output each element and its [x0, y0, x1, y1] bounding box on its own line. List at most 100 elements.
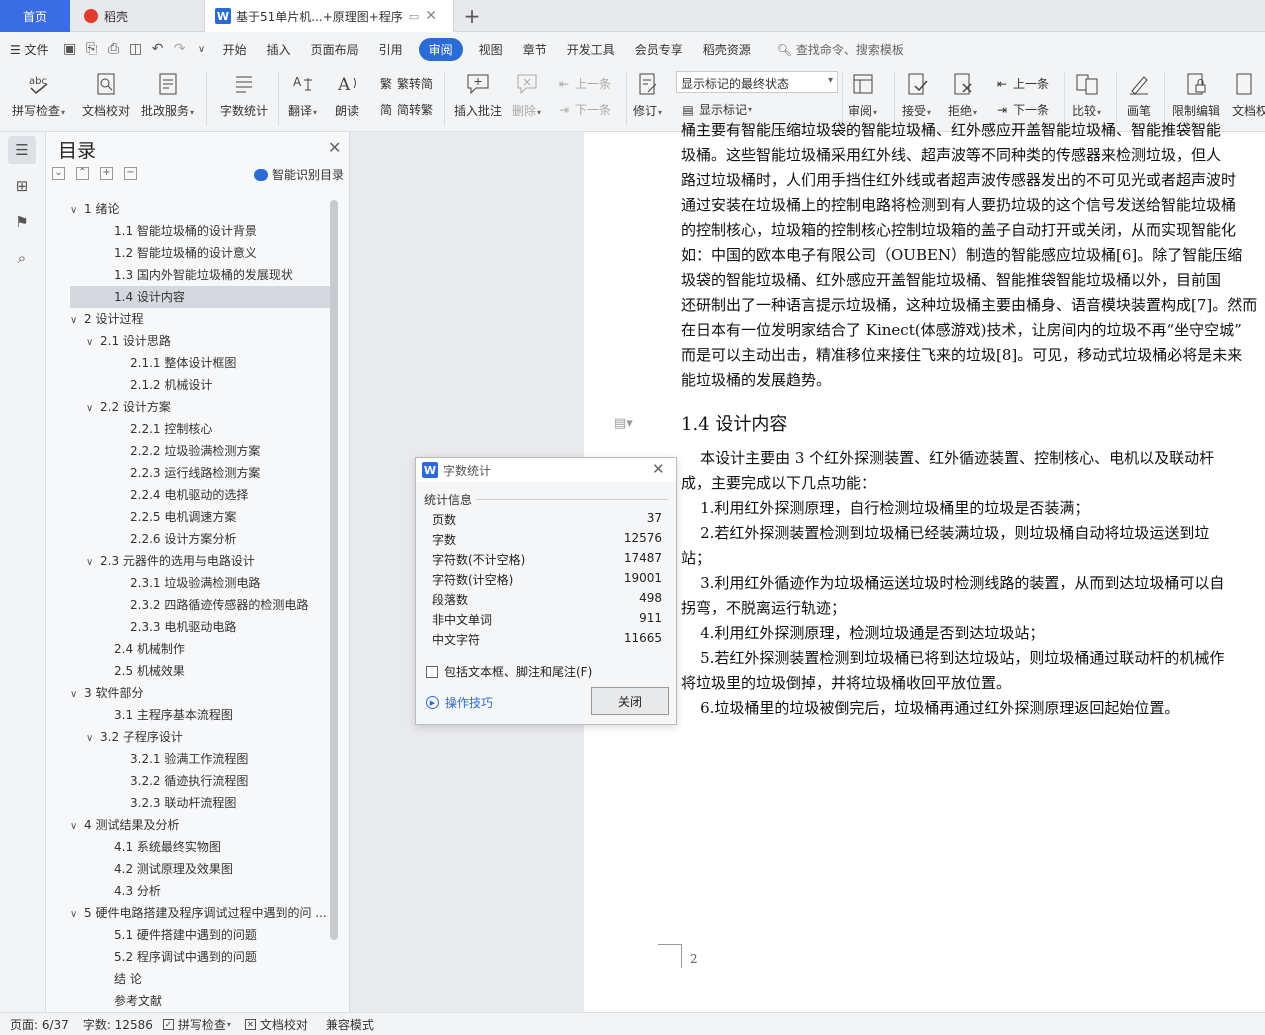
- compare-button[interactable]: 比较▾: [1072, 70, 1101, 119]
- toc-item[interactable]: ∨ 1 绪论: [70, 198, 330, 220]
- menu-item[interactable]: 页面布局: [301, 41, 369, 58]
- collapse-arrow-icon[interactable]: ∨: [70, 816, 84, 836]
- toc-item[interactable]: ∨ 2.3 元器件的选用与电路设计: [70, 550, 330, 572]
- status-words[interactable]: 字数: 12586: [83, 1016, 153, 1033]
- toc-item[interactable]: 2.3.1 垃圾验满检测电路: [70, 572, 330, 594]
- toc-item[interactable]: 2.2.2 垃圾验满检测方案: [70, 440, 330, 462]
- tips-link[interactable]: ▶ 操作技巧: [426, 694, 493, 711]
- toc-item[interactable]: 3.1 主程序基本流程图: [70, 704, 330, 726]
- collapse-arrow-icon[interactable]: ∨: [86, 332, 100, 352]
- toc-item[interactable]: 1.2 智能垃圾桶的设计意义: [70, 242, 330, 264]
- include-textbox-checkbox[interactable]: 包括文本框、脚注和尾注(F): [426, 663, 592, 680]
- toc-item[interactable]: 3.2.1 验满工作流程图: [70, 748, 330, 770]
- toc-item[interactable]: 2.2.6 设计方案分析: [70, 528, 330, 550]
- smart-toc-button[interactable]: 智能识别目录: [254, 166, 344, 183]
- export-icon[interactable]: ⎘: [81, 38, 103, 60]
- command-search[interactable]: 🔍︎ 查找命令、搜索模板: [777, 41, 904, 58]
- menu-item[interactable]: 视图: [469, 41, 513, 58]
- dialog-close-icon[interactable]: ✕: [652, 460, 665, 478]
- toc-item[interactable]: 结 论: [70, 968, 330, 990]
- menu-item[interactable]: 开始: [213, 41, 257, 58]
- toc-item[interactable]: 2.3.3 电机驱动电路: [70, 616, 330, 638]
- translate-button[interactable]: A 翻译▾: [288, 70, 317, 119]
- new-tab-icon[interactable]: +: [458, 0, 486, 32]
- delete-comment-button[interactable]: 删除▾: [512, 70, 541, 119]
- show-markup-button[interactable]: ▤ 显示标记 ▾: [680, 101, 752, 118]
- tab-daoke[interactable]: 稻壳: [72, 0, 202, 32]
- toc-item[interactable]: ∨ 2.2 设计方案: [70, 396, 330, 418]
- status-page[interactable]: 页面: 6/37: [10, 1016, 69, 1033]
- toc-item[interactable]: 4.1 系统最终实物图: [70, 836, 330, 858]
- toc-item[interactable]: 5.2 程序调试中遇到的问题: [70, 946, 330, 968]
- toc-item[interactable]: 4.3 分析: [70, 880, 330, 902]
- batch-service-button[interactable]: 批改服务▾: [141, 70, 194, 119]
- toc-item[interactable]: 2.1.2 机械设计: [70, 374, 330, 396]
- insert-comment-button[interactable]: 插入批注: [454, 70, 502, 119]
- toc-item[interactable]: ∨ 2 设计过程: [70, 308, 330, 330]
- menu-item[interactable]: 审阅: [418, 37, 463, 61]
- chapter-nav-icon[interactable]: ⊞: [8, 172, 36, 200]
- bookmark-icon[interactable]: ⚑: [8, 208, 36, 236]
- toc-item[interactable]: ∨ 3.2 子程序设计: [70, 726, 330, 748]
- tab-monitor-icon[interactable]: ▭: [409, 10, 419, 23]
- toc-item[interactable]: 2.2.1 控制核心: [70, 418, 330, 440]
- next-change-button[interactable]: ⇥ 下一条: [994, 101, 1049, 118]
- collapse-arrow-icon[interactable]: ∨: [70, 310, 84, 330]
- toc-scrollbar[interactable]: [330, 200, 338, 940]
- trad-to-simp-button[interactable]: 繁繁转简: [378, 75, 433, 92]
- toc-item[interactable]: 1.1 智能垃圾桶的设计背景: [70, 220, 330, 242]
- toc-item[interactable]: 2.1.1 整体设计框图: [70, 352, 330, 374]
- toc-item[interactable]: 2.5 机械效果: [70, 660, 330, 682]
- tab-close-icon[interactable]: ✕: [425, 8, 437, 24]
- tab-home[interactable]: 首页: [0, 0, 70, 32]
- collapse-arrow-icon[interactable]: ∨: [70, 200, 84, 220]
- prev-comment-button[interactable]: ⇤ 上一条: [556, 75, 611, 92]
- toc-item[interactable]: 4.2 测试原理及效果图: [70, 858, 330, 880]
- toc-item[interactable]: 2.2.4 电机驱动的选择: [70, 484, 330, 506]
- collapse-arrow-icon[interactable]: ∨: [86, 728, 100, 748]
- toc-item[interactable]: ∨ 4 测试结果及分析: [70, 814, 330, 836]
- toc-item[interactable]: 参考文献: [70, 990, 330, 1012]
- toc-item[interactable]: 3.2.3 联动杆流程图: [70, 792, 330, 814]
- review-pane-button[interactable]: 审阅▾: [848, 70, 877, 119]
- file-menu[interactable]: ☰ 文件: [0, 41, 59, 58]
- collapse-arrow-icon[interactable]: ∨: [70, 904, 84, 924]
- save-icon[interactable]: ▣: [59, 38, 81, 60]
- menu-item[interactable]: 插入: [257, 41, 301, 58]
- toc-item[interactable]: ∨ 3 软件部分: [70, 682, 330, 704]
- paragraph-menu-icon[interactable]: ▤▾: [614, 416, 633, 431]
- doc-check-button[interactable]: 文档校对: [82, 70, 130, 119]
- menu-item[interactable]: 引用: [369, 41, 413, 58]
- close-button[interactable]: 关闭: [591, 687, 669, 715]
- doc-rights-button[interactable]: 文档权: [1232, 70, 1265, 119]
- read-aloud-button[interactable]: A 朗读: [334, 70, 360, 119]
- preview-icon[interactable]: ◫: [125, 38, 147, 60]
- toc-item[interactable]: 3.2.2 循迹执行流程图: [70, 770, 330, 792]
- menu-item[interactable]: 会员专享: [625, 41, 693, 58]
- dialog-title-bar[interactable]: W 字数统计: [416, 458, 676, 482]
- collapse-arrow-icon[interactable]: ∨: [86, 398, 100, 418]
- toc-item[interactable]: 2.4 机械制作: [70, 638, 330, 660]
- toc-item[interactable]: 1.4 设计内容: [70, 286, 330, 308]
- toc-item[interactable]: ∨ 2.1 设计思路: [70, 330, 330, 352]
- expand-all-icon[interactable]: ⌃: [76, 167, 89, 180]
- collapse-all-icon[interactable]: ⌄: [52, 167, 65, 180]
- collapse-arrow-icon[interactable]: ∨: [70, 684, 84, 704]
- print-icon[interactable]: ⎙: [103, 38, 125, 60]
- find-icon[interactable]: ⌕: [8, 244, 36, 272]
- redo-icon[interactable]: ↷: [169, 38, 191, 60]
- spell-check-button[interactable]: abc 拼写检查▾: [12, 70, 65, 119]
- undo-icon[interactable]: ↶: [147, 38, 169, 60]
- remove-heading-icon[interactable]: −: [124, 167, 137, 180]
- accept-button[interactable]: 接受▾: [902, 70, 931, 119]
- status-doc-check[interactable]: ✕ 文档校对: [244, 1016, 308, 1033]
- toc-item[interactable]: 2.2.3 运行线路检测方案: [70, 462, 330, 484]
- more-icon[interactable]: ∨: [191, 38, 213, 60]
- toc-item[interactable]: ∨ 5 硬件电路搭建及程序调试过程中遇到的问 ...: [70, 902, 330, 924]
- simp-to-trad-button[interactable]: 简简转繁: [378, 101, 433, 118]
- word-count-button[interactable]: 字数统计: [220, 70, 268, 119]
- markup-state-select[interactable]: 显示标记的最终状态: [676, 71, 838, 93]
- toc-item[interactable]: 1.3 国内外智能垃圾桶的发展现状: [70, 264, 330, 286]
- prev-change-button[interactable]: ⇤ 上一条: [994, 75, 1049, 92]
- add-heading-icon[interactable]: +: [100, 167, 113, 180]
